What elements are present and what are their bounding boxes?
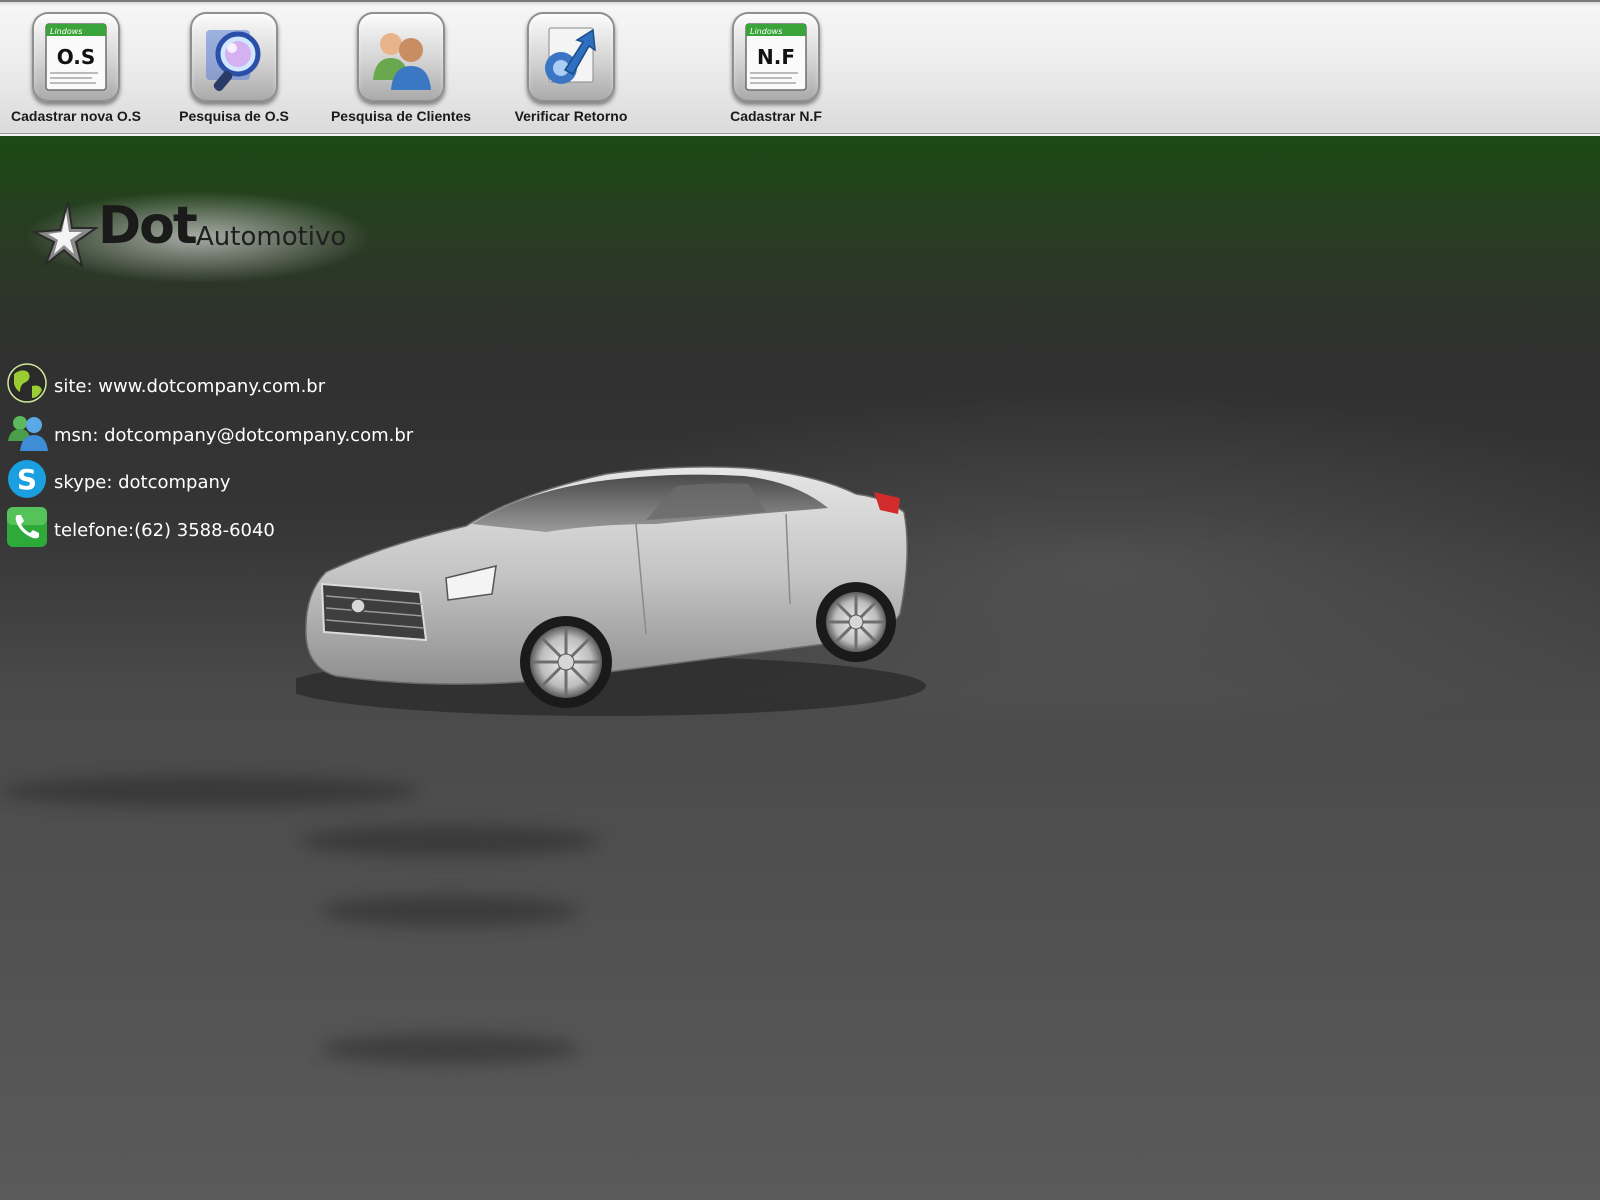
check-return-button[interactable]: Verificar Retorno xyxy=(486,8,656,128)
return-arrow-icon xyxy=(527,12,615,102)
os-document-icon: Lindows O.S xyxy=(32,12,120,102)
msn-users-icon xyxy=(8,416,48,451)
check-return-label: Verificar Retorno xyxy=(514,108,628,124)
globe-icon xyxy=(7,363,47,403)
svg-text:N.F: N.F xyxy=(757,45,795,69)
new-os-label: Cadastrar nova O.S xyxy=(11,108,141,124)
floor-shadow xyxy=(320,896,580,926)
logo-suffix: Automotivo xyxy=(196,222,347,252)
svg-text:O.S: O.S xyxy=(57,45,96,69)
svg-text:Lindows: Lindows xyxy=(50,27,82,36)
contact-msn-text[interactable]: msn: dotcompany@dotcompany.com.br xyxy=(54,425,413,446)
magnifier-search-icon xyxy=(190,12,278,102)
phone-icon xyxy=(7,507,47,547)
search-clients-button[interactable]: Pesquisa de Clientes xyxy=(316,8,486,128)
toolbar: Lindows O.S Cadastrar nova O.S Pesquisa … xyxy=(0,0,1600,136)
search-os-button[interactable]: Pesquisa de O.S xyxy=(149,8,319,128)
contact-skype-text[interactable]: skype: dotcompany xyxy=(54,472,231,493)
floor-shadow xyxy=(320,1034,580,1064)
main-background: Dot Automotivo site: www.dotcompany.com.… xyxy=(0,136,1600,1200)
nf-document-icon: Lindows N.F xyxy=(732,12,820,102)
new-os-button[interactable]: Lindows O.S Cadastrar nova O.S xyxy=(0,8,161,128)
new-nf-button[interactable]: Lindows N.F Cadastrar N.F xyxy=(691,8,861,128)
new-nf-label: Cadastrar N.F xyxy=(730,108,822,124)
search-os-label: Pesquisa de O.S xyxy=(179,108,289,124)
silver-coupe-car-image xyxy=(296,466,926,716)
contact-phone-text[interactable]: telefone:(62) 3588-6040 xyxy=(54,520,275,541)
logo-brand: Dot xyxy=(98,196,198,256)
dot-automotivo-logo: Dot Automotivo xyxy=(28,192,368,282)
skype-icon: S xyxy=(8,460,46,498)
search-clients-label: Pesquisa de Clientes xyxy=(330,108,472,124)
svg-text:Lindows: Lindows xyxy=(750,27,782,36)
star-icon xyxy=(32,201,98,268)
contact-site-text[interactable]: site: www.dotcompany.com.br xyxy=(54,376,325,397)
users-icon xyxy=(357,12,445,102)
svg-text:S: S xyxy=(17,463,37,496)
